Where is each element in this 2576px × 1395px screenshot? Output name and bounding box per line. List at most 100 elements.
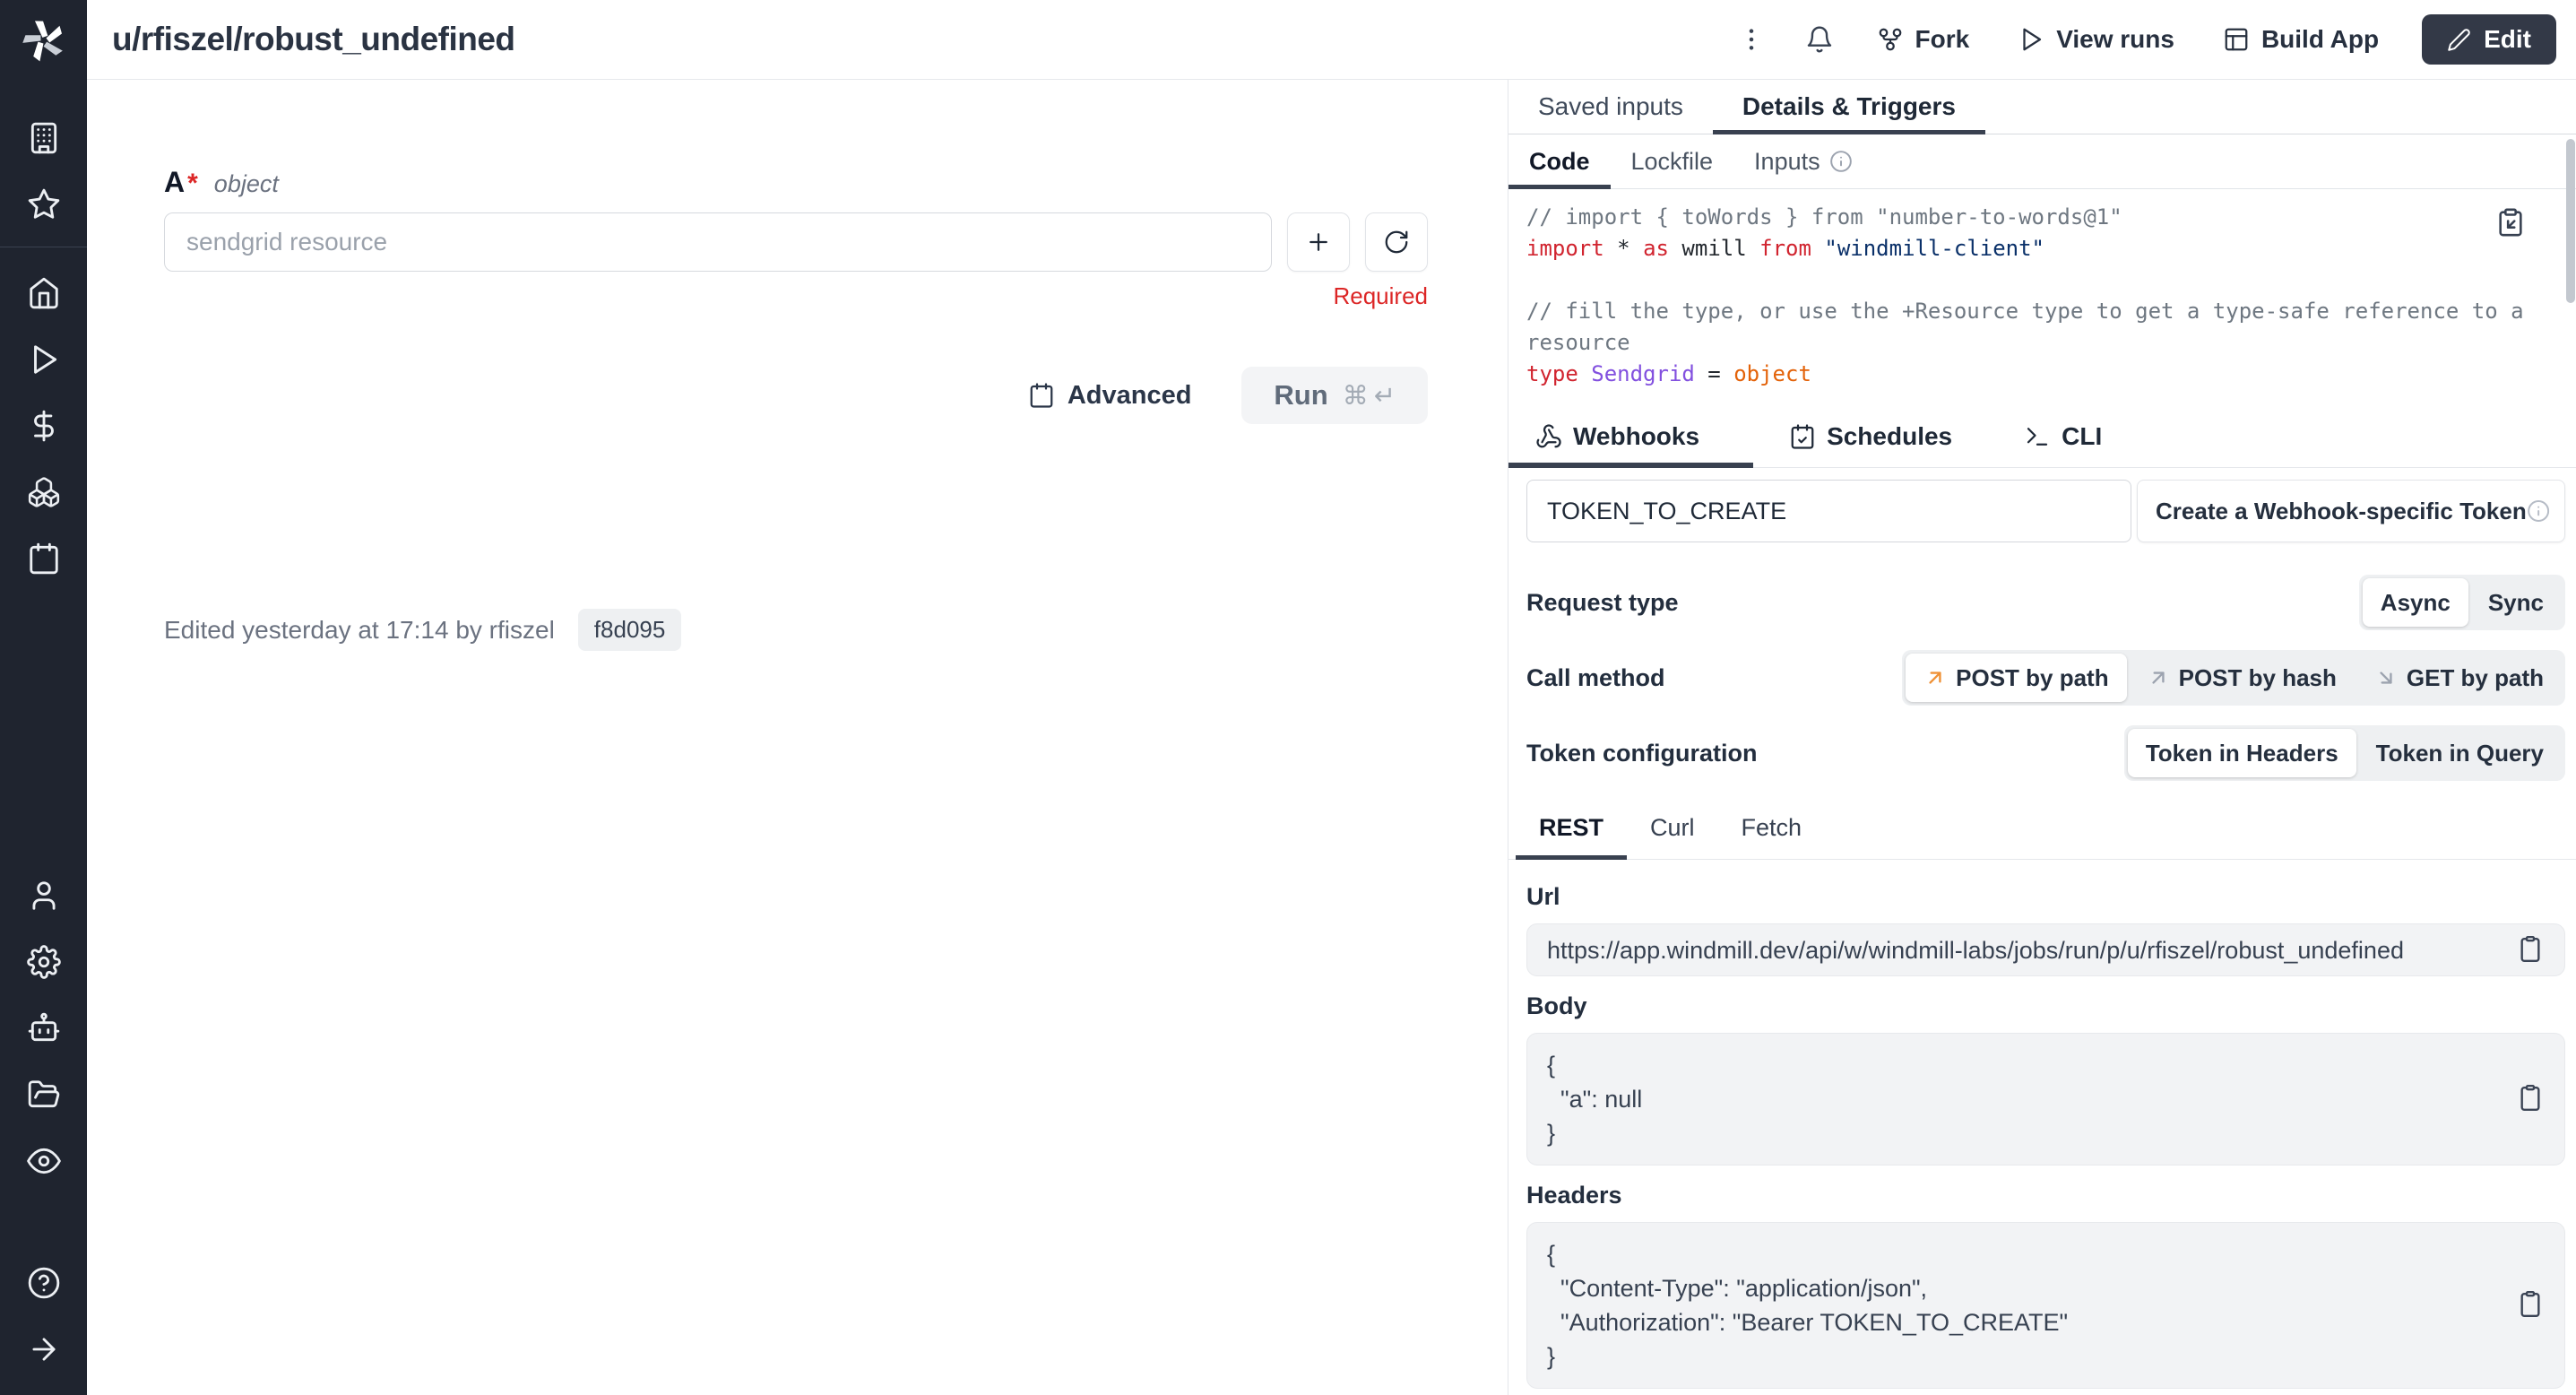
token-configuration-row: Token configuration Token in Headers Tok… bbox=[1508, 725, 2576, 781]
dollar-icon bbox=[27, 409, 61, 443]
sidebar-variables-button[interactable] bbox=[17, 399, 71, 453]
sidebar-workers-button[interactable] bbox=[17, 1001, 71, 1055]
sidebar-audit-button[interactable] bbox=[17, 1134, 71, 1188]
sidebar-users-button[interactable] bbox=[17, 869, 71, 923]
arrow-up-right-icon bbox=[1923, 666, 1947, 689]
call-method-label: Call method bbox=[1526, 664, 1665, 692]
tab-saved-inputs[interactable]: Saved inputs bbox=[1508, 80, 1713, 134]
user-icon bbox=[27, 879, 61, 913]
tab-curl[interactable]: Curl bbox=[1627, 797, 1718, 859]
home-icon bbox=[27, 276, 61, 310]
page-title: u/rfiszel/robust_undefined bbox=[112, 21, 1730, 58]
tab-webhooks[interactable]: Webhooks bbox=[1508, 405, 1753, 467]
token-row: Create a Webhook-specific Token bbox=[1508, 480, 2576, 542]
notifications-button[interactable] bbox=[1798, 18, 1841, 61]
tab-inputs[interactable]: Inputs bbox=[1733, 134, 1873, 188]
sidebar-folders-button[interactable] bbox=[17, 1068, 71, 1122]
call-method-post-by-path[interactable]: POST by path bbox=[1906, 654, 2126, 702]
build-app-button[interactable]: Build App bbox=[2210, 16, 2391, 63]
request-type-label: Request type bbox=[1526, 589, 1679, 617]
content-row: A * object Required bbox=[87, 80, 2576, 1395]
get-by-path-label: GET by path bbox=[2407, 664, 2544, 692]
more-menu-button[interactable] bbox=[1730, 18, 1773, 61]
refresh-button[interactable] bbox=[1365, 212, 1428, 272]
git-fork-icon bbox=[1877, 26, 1904, 53]
argument-input-row bbox=[164, 212, 1428, 272]
windmill-logo[interactable] bbox=[0, 0, 87, 80]
token-configuration-label: Token configuration bbox=[1526, 740, 1758, 767]
add-resource-button[interactable] bbox=[1287, 212, 1350, 272]
version-hash-badge[interactable]: f8d095 bbox=[578, 609, 682, 651]
fork-label: Fork bbox=[1915, 25, 1970, 54]
token-in-query[interactable]: Token in Query bbox=[2358, 729, 2562, 777]
body-label: Body bbox=[1508, 992, 2576, 1020]
argument-input[interactable] bbox=[164, 212, 1272, 272]
boxes-icon bbox=[27, 475, 61, 509]
sidebar-settings-button[interactable] bbox=[17, 935, 71, 989]
create-webhook-token-button[interactable]: Create a Webhook-specific Token bbox=[2137, 480, 2565, 542]
code-line: // fill the type, or use the +Resource t… bbox=[1526, 296, 2540, 359]
required-row: Required bbox=[164, 282, 1428, 309]
arrow-right-icon bbox=[27, 1332, 61, 1366]
clipboard-icon bbox=[2516, 934, 2545, 963]
token-in-headers[interactable]: Token in Headers bbox=[2128, 729, 2356, 777]
plus-icon bbox=[1305, 229, 1332, 256]
sidebar-home-button[interactable] bbox=[17, 266, 71, 320]
sidebar-resources-button[interactable] bbox=[17, 465, 71, 519]
view-runs-button[interactable]: View runs bbox=[2005, 16, 2187, 63]
call-method-row: Call method POST by path POST by hash bbox=[1508, 650, 2576, 706]
arrow-down-right-icon bbox=[2374, 666, 2398, 689]
copy-url-button[interactable] bbox=[2516, 934, 2545, 966]
gear-icon bbox=[27, 945, 61, 979]
view-runs-label: View runs bbox=[2056, 25, 2174, 54]
argument-label-row: A * object bbox=[164, 166, 1428, 202]
run-button[interactable]: Run ⌘ ↵ bbox=[1241, 367, 1428, 424]
pencil-icon bbox=[2447, 28, 2471, 52]
url-value: https://app.windmill.dev/api/w/windmill-… bbox=[1547, 933, 2404, 967]
request-type-sync[interactable]: Sync bbox=[2470, 578, 2562, 627]
tab-details-triggers[interactable]: Details & Triggers bbox=[1713, 80, 1985, 134]
required-text: Required bbox=[1333, 282, 1428, 309]
enter-key-icon: ↵ bbox=[1374, 380, 1396, 412]
code-line: // import { toWords } from "number-to-wo… bbox=[1526, 202, 2540, 233]
headers-label: Headers bbox=[1508, 1182, 2576, 1209]
cli-tab-label: CLI bbox=[2062, 422, 2102, 451]
edit-button[interactable]: Edit bbox=[2422, 14, 2556, 65]
copy-headers-button[interactable] bbox=[2516, 1290, 2545, 1321]
copy-body-button[interactable] bbox=[2516, 1084, 2545, 1115]
tab-rest[interactable]: REST bbox=[1516, 797, 1627, 859]
tab-fetch[interactable]: Fetch bbox=[1718, 797, 1826, 859]
sidebar-runs-button[interactable] bbox=[17, 333, 71, 386]
sidebar-schedules-button[interactable] bbox=[17, 532, 71, 585]
sidebar-bottom-group bbox=[17, 1250, 71, 1382]
tab-lockfile[interactable]: Lockfile bbox=[1611, 134, 1734, 188]
star-icon bbox=[27, 187, 61, 221]
headers-value: { "Content-Type": "application/json", "A… bbox=[1547, 1237, 2068, 1373]
body-value: { "a": null } bbox=[1547, 1048, 1642, 1150]
scrollbar-thumb[interactable] bbox=[2566, 139, 2575, 303]
sidebar-help-button[interactable] bbox=[17, 1256, 71, 1310]
request-type-toggle: Async Sync bbox=[2359, 575, 2565, 630]
panel-tabs: Saved inputs Details & Triggers bbox=[1508, 80, 2576, 134]
tab-cli[interactable]: CLI bbox=[1988, 405, 2138, 467]
info-icon bbox=[1829, 150, 1853, 173]
call-method-get-by-path[interactable]: GET by path bbox=[2356, 654, 2562, 702]
token-input[interactable] bbox=[1526, 480, 2131, 542]
call-method-post-by-hash[interactable]: POST by hash bbox=[2129, 654, 2355, 702]
fork-button[interactable]: Fork bbox=[1864, 16, 1983, 63]
sidebar-workspace-button[interactable] bbox=[17, 111, 71, 165]
tab-schedules[interactable]: Schedules bbox=[1753, 405, 1988, 467]
tab-code[interactable]: Code bbox=[1508, 134, 1611, 188]
help-circle-icon bbox=[27, 1266, 61, 1300]
copy-code-button[interactable] bbox=[2495, 207, 2526, 240]
topbar-actions: Fork View runs Build App Edit bbox=[1730, 14, 2557, 65]
request-type-row: Request type Async Sync bbox=[1508, 575, 2576, 630]
sidebar-favorites-button[interactable] bbox=[17, 178, 71, 231]
request-type-async[interactable]: Async bbox=[2363, 578, 2468, 627]
token-configuration-toggle: Token in Headers Token in Query bbox=[2124, 725, 2565, 781]
url-label: Url bbox=[1508, 883, 2576, 911]
advanced-button[interactable]: Advanced bbox=[1028, 381, 1192, 411]
bell-icon bbox=[1805, 25, 1834, 54]
sidebar-expand-button[interactable] bbox=[17, 1322, 71, 1376]
app-root: u/rfiszel/robust_undefined Fork View run… bbox=[0, 0, 2576, 1395]
